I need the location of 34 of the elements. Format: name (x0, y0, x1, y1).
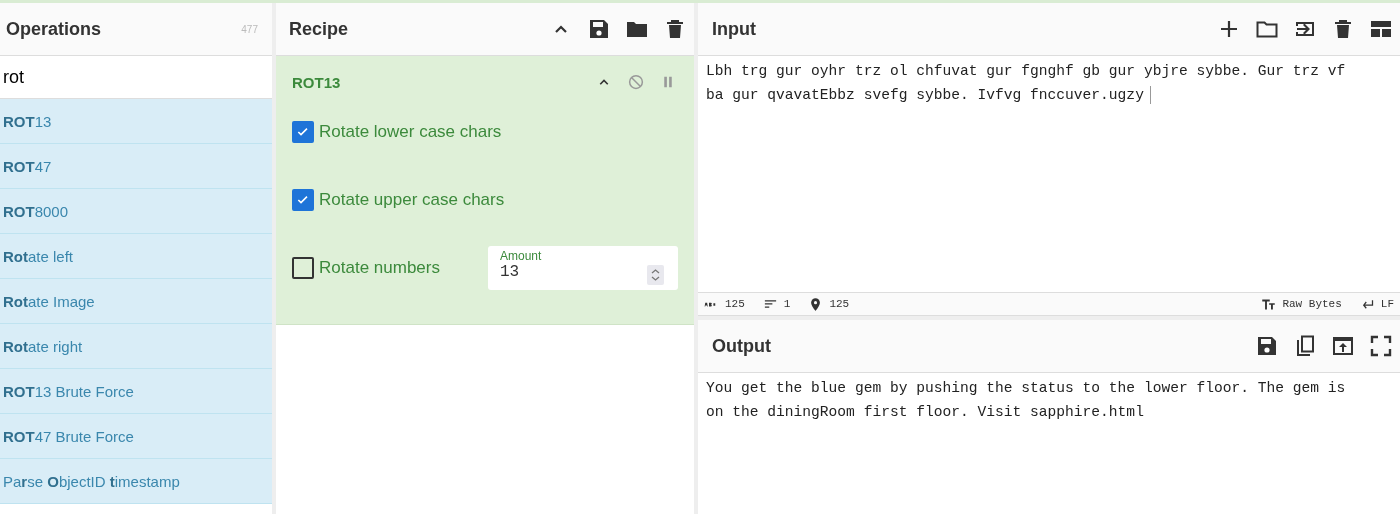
operation-item[interactable]: ROT47 (0, 144, 272, 189)
input-text[interactable]: Lbh trg gur oyhr trz ol chfuvat gur fgnghf gb gur ybjre sybbe. Gur trz vf ba gur qvavatEbbz svefg sybbe. Ivfvg fnccuver.ugzy (698, 56, 1400, 110)
position-value: 125 (829, 298, 850, 310)
field-value: 13 (500, 263, 520, 281)
operation-count: 477 (241, 23, 258, 35)
panel-title: Output (712, 335, 771, 357)
length-value: 125 (725, 298, 745, 310)
text-cursor (1149, 86, 1151, 105)
operation-item[interactable]: ROT8000 (0, 189, 272, 234)
panel-title: Operations (6, 18, 102, 40)
option-label: Rotate lower case chars (319, 122, 502, 142)
lines-value: 1 (783, 298, 791, 310)
panel-title: Recipe (289, 18, 349, 40)
spinner-icon[interactable] (647, 265, 664, 285)
checkbox[interactable] (292, 189, 314, 211)
eol-value: LF (1380, 298, 1394, 310)
operation-item[interactable]: ROT13 Brute Force (0, 369, 272, 414)
operation-item[interactable]: ROT47 Brute Force (0, 414, 272, 459)
field-label: Amount (500, 249, 543, 263)
fullscreen-icon[interactable] (1368, 333, 1394, 359)
amount-field[interactable]: Amount 13 (488, 246, 678, 290)
operation-item[interactable]: Rotate right (0, 324, 272, 369)
operation-item[interactable]: Parse ObjectID timestamp (0, 459, 272, 504)
encoding-value: Raw Bytes (1282, 298, 1342, 310)
checkbox[interactable] (292, 121, 314, 143)
output-text: You get the blue gem by pushing the status to the lower floor. The gem is on the diningRoom first floor. Visit sapphire.html (705, 379, 1347, 422)
panel-title: Input (712, 18, 756, 40)
checkbox[interactable] (292, 257, 314, 279)
operation-item[interactable]: Rotate Image (0, 279, 272, 324)
operation-item[interactable]: Rotate left (0, 234, 272, 279)
option-label: Rotate numbers (319, 258, 440, 278)
operation-item[interactable]: ROT13 (0, 99, 272, 144)
option-label: Rotate upper case chars (319, 190, 505, 210)
operation-name: ROT13 (292, 73, 341, 91)
